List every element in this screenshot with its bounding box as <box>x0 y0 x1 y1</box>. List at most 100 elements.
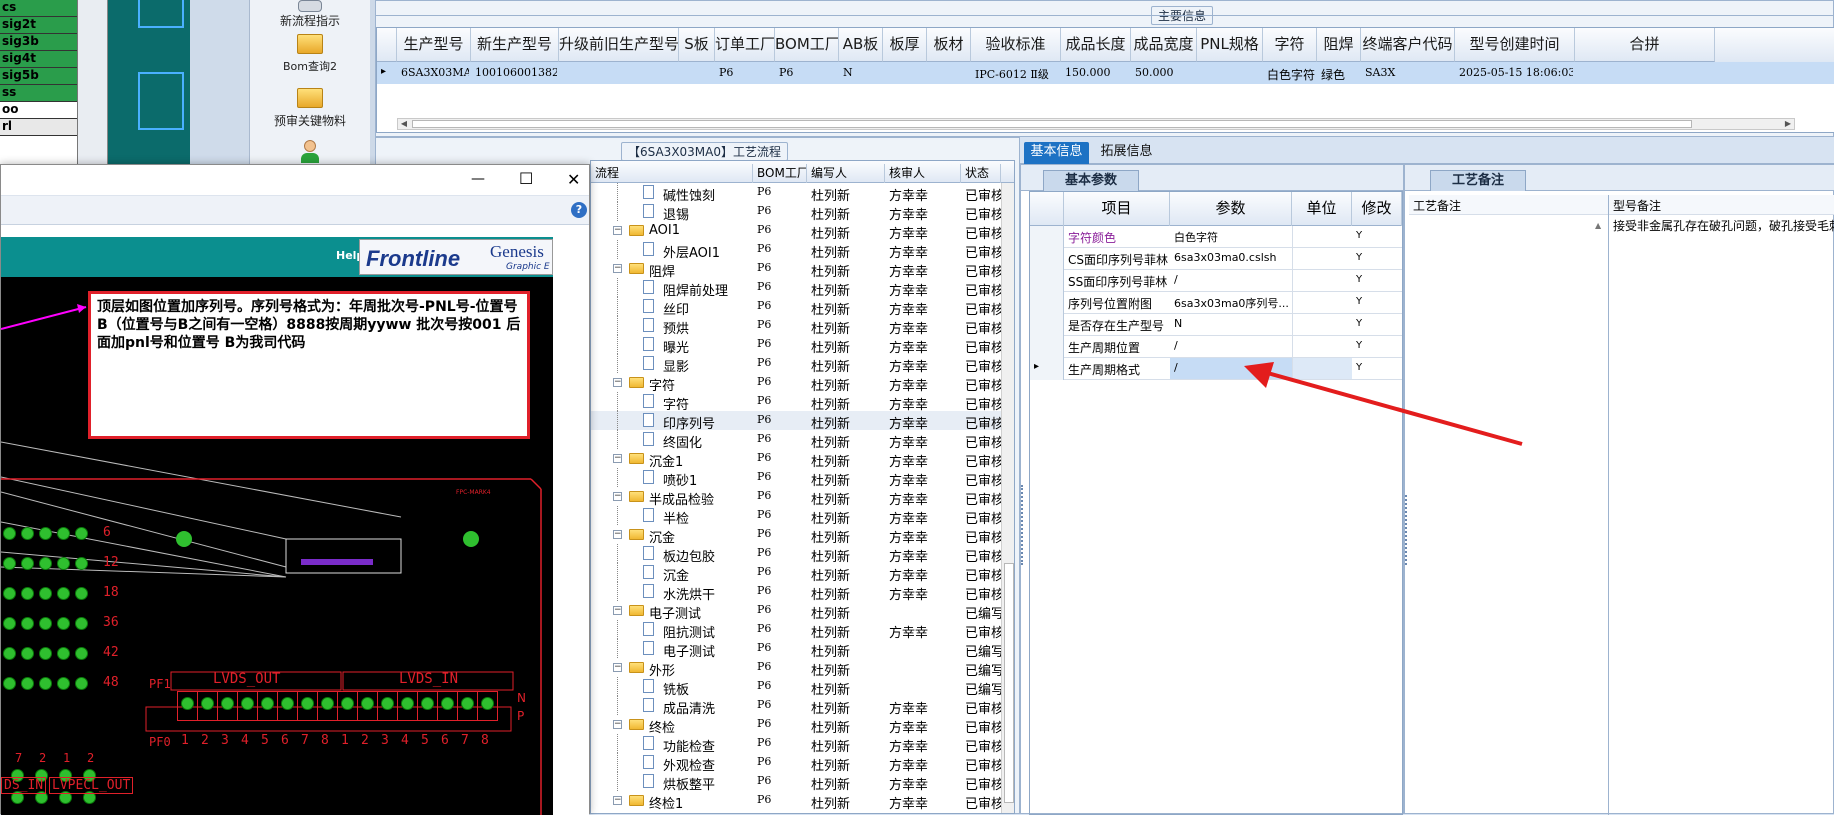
layer-item[interactable]: sig3b <box>0 34 77 51</box>
splitter-handle[interactable] <box>1021 485 1025 565</box>
layer-item[interactable]: ss <box>0 85 77 102</box>
column-header[interactable]: 状态 <box>961 164 1001 183</box>
param-modify[interactable]: Y <box>1356 274 1396 285</box>
flow-tree-row[interactable]: 烘板整平 P6 杜列新 方幸幸 已审核 <box>591 772 1003 793</box>
param-row[interactable]: 是否存在生产型号 N Y <box>1030 314 1402 336</box>
flow-tree-row[interactable]: 预烘 P6 杜列新 方幸幸 已审核 <box>591 316 1003 337</box>
minimize-button[interactable]: — <box>471 171 485 187</box>
flow-tree-row[interactable]: 板边包胶 P6 杜列新 方幸幸 已审核 <box>591 544 1003 565</box>
column-header[interactable]: 字符 <box>1263 28 1317 62</box>
flow-tree-row[interactable]: − 电子测试 P6 杜列新 已编写 <box>591 601 1003 622</box>
flow-tree-row[interactable]: − 沉金1 P6 杜列新 方幸幸 已审核 <box>591 449 1003 470</box>
grid-cell[interactable] <box>931 66 969 82</box>
layer-item[interactable]: oo <box>0 102 77 119</box>
scroll-thumb[interactable] <box>1004 563 1014 803</box>
flow-tree-row[interactable]: 阻抗测试 P6 杜列新 方幸幸 已审核 <box>591 620 1003 641</box>
tab-basic-info[interactable]: 基本信息 <box>1024 142 1089 164</box>
collapse-icon[interactable]: − <box>613 530 622 539</box>
collapse-icon[interactable]: − <box>613 720 622 729</box>
grid-cell[interactable] <box>887 66 925 82</box>
flow-tree-row[interactable]: − 字符 P6 杜列新 方幸幸 已审核 <box>591 373 1003 394</box>
grid-cell[interactable]: P6 <box>719 66 773 82</box>
param-modify[interactable]: Y <box>1356 230 1396 241</box>
collapse-icon[interactable]: − <box>613 492 622 501</box>
grid-cell[interactable]: IPC-6012 Ⅱ级 <box>975 66 1059 82</box>
remarks-scroll-arrow[interactable]: ▲ <box>1595 221 1601 230</box>
flow-tree-row[interactable]: 碱性蚀刻 P6 杜列新 方幸幸 已审核 <box>591 183 1003 204</box>
column-header[interactable]: 编写人 <box>807 164 885 183</box>
collapse-icon[interactable]: − <box>613 264 622 273</box>
collapse-icon[interactable]: − <box>613 663 622 672</box>
column-header[interactable]: BOM工厂 <box>775 28 839 62</box>
flow-tree-row[interactable]: − AOI1 P6 杜列新 方幸幸 已审核 <box>591 221 1003 242</box>
grid-cell[interactable]: 绿色 <box>1321 66 1359 82</box>
column-header[interactable]: 修改 <box>1352 192 1402 226</box>
tab-process-remarks[interactable]: 工艺备注 <box>1430 170 1526 191</box>
collapse-icon[interactable]: − <box>613 378 622 387</box>
param-unit[interactable] <box>1292 226 1352 247</box>
collapse-icon[interactable]: − <box>613 226 622 235</box>
column-header[interactable]: 终端客户代码 <box>1361 28 1455 62</box>
param-value[interactable]: / <box>1170 270 1292 291</box>
grid-cell[interactable]: 50.000 <box>1135 66 1195 82</box>
param-modify[interactable]: Y <box>1356 296 1396 307</box>
column-header[interactable]: 流程 <box>591 164 753 183</box>
window-title-bar[interactable] <box>1 165 589 195</box>
collapse-icon[interactable]: − <box>613 454 622 463</box>
model-remark-text[interactable]: 接受非金属孔存在破孔问题，破孔接受毛刺 <box>1609 215 1834 236</box>
flow-tree-row[interactable]: 印序列号 P6 杜列新 方幸幸 已审核 <box>591 411 1003 432</box>
param-value[interactable]: / <box>1170 336 1292 357</box>
grid-cell[interactable]: SA3X <box>1365 66 1453 82</box>
param-unit[interactable] <box>1292 248 1352 269</box>
param-unit[interactable] <box>1292 292 1352 313</box>
flow-tree-row[interactable]: − 终检 P6 杜列新 方幸幸 已审核 <box>591 715 1003 736</box>
collapse-icon[interactable]: − <box>613 796 622 805</box>
table-row[interactable]: ▸ 6SA3X03MA0 10010600138246 P6 P6 N IPC-6012 Ⅱ… <box>377 62 1834 84</box>
grid-cell[interactable] <box>563 66 677 82</box>
collapse-icon[interactable]: − <box>613 606 622 615</box>
param-row[interactable]: SS面印序列号菲林 / Y <box>1030 270 1402 292</box>
param-modify[interactable]: Y <box>1356 318 1396 329</box>
flow-tree-row[interactable]: 电子测试 P6 杜列新 已编写 <box>591 639 1003 660</box>
layer-item[interactable]: sig4t <box>0 51 77 68</box>
column-header[interactable]: 生产型号 <box>397 28 471 62</box>
column-header[interactable]: 阻焊 <box>1317 28 1361 62</box>
column-header[interactable]: 参数 <box>1170 192 1292 226</box>
close-button[interactable]: ✕ <box>567 170 580 189</box>
flow-tree-row[interactable]: 沉金 P6 杜列新 方幸幸 已审核 <box>591 563 1003 584</box>
grid-cell[interactable]: P6 <box>779 66 837 82</box>
param-row[interactable]: 生产周期位置 / Y <box>1030 336 1402 358</box>
column-header[interactable]: 板厚 <box>883 28 927 62</box>
scroll-right-arrow[interactable]: ▶ <box>1782 119 1794 129</box>
layer-item[interactable]: sig5b <box>0 68 77 85</box>
column-header[interactable]: 单位 <box>1292 192 1352 226</box>
toolbar-item-bom-query[interactable]: Bom查询2 <box>270 34 350 78</box>
param-row[interactable]: 字符颜色 白色字符 Y <box>1030 226 1402 248</box>
column-header[interactable]: 板材 <box>927 28 971 62</box>
flow-tree-row[interactable]: 半检 P6 杜列新 方幸幸 已审核 <box>591 506 1003 527</box>
flow-tree-row[interactable]: 终固化 P6 杜列新 方幸幸 已审核 <box>591 430 1003 451</box>
flow-tree-row[interactable]: − 半成品检验 P6 杜列新 方幸幸 已审核 <box>591 487 1003 508</box>
maximize-button[interactable]: ☐ <box>519 169 533 188</box>
flow-tree-row[interactable]: 功能检查 P6 杜列新 方幸幸 已审核 <box>591 734 1003 755</box>
tab-basic-params[interactable]: 基本参数 <box>1043 170 1139 191</box>
help-icon[interactable]: ? <box>571 202 587 218</box>
param-value[interactable]: 6sa3x03ma0.cslsh <box>1170 248 1292 269</box>
grid-cell[interactable]: N <box>843 66 881 82</box>
param-value[interactable]: 白色字符 <box>1170 226 1292 247</box>
param-value[interactable]: 6sa3x03ma0序列号... <box>1170 292 1292 313</box>
param-modify[interactable]: Y <box>1356 252 1396 263</box>
column-header[interactable]: PNL规格 <box>1197 28 1263 62</box>
flow-vertical-scrollbar[interactable] <box>1001 183 1014 813</box>
flow-tree-row[interactable]: − 终检1 P6 杜列新 方幸幸 已审核 <box>591 791 1003 812</box>
layer-item[interactable]: sig2t <box>0 17 77 34</box>
layer-item[interactable]: cs <box>0 0 77 17</box>
param-row[interactable]: 序列号位置附图 6sa3x03ma0序列号... Y <box>1030 292 1402 314</box>
param-unit[interactable] <box>1292 314 1352 335</box>
horizontal-scrollbar[interactable]: ◀ ▶ <box>397 118 1795 130</box>
splitter-handle[interactable] <box>1405 495 1409 565</box>
column-header[interactable]: 项目 <box>1064 192 1170 226</box>
column-header[interactable]: 验收标准 <box>971 28 1061 62</box>
flow-tree-row[interactable]: 丝印 P6 杜列新 方幸幸 已审核 <box>591 297 1003 318</box>
toolbar-item-new-flow[interactable]: 新流程指示 <box>270 0 350 28</box>
